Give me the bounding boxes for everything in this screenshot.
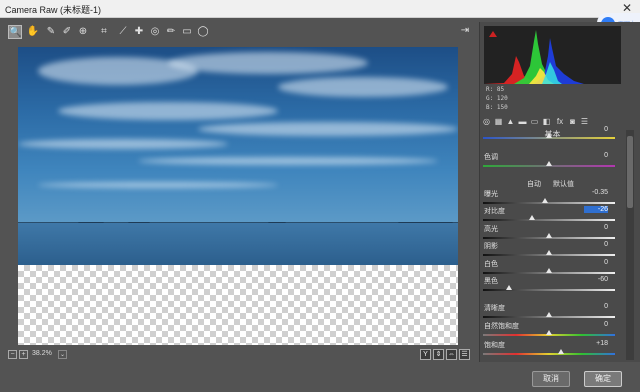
ok-button[interactable]: 确定 [584,371,622,387]
tab-basic-icon[interactable]: ◎ [482,117,491,126]
target-adjust-icon[interactable]: ⊕ [76,25,90,39]
preview-area[interactable] [0,42,478,348]
crop-icon[interactable]: ⌗ [97,25,111,39]
zoom-dropdown[interactable]: ⌄ [58,350,67,359]
slider-thumb[interactable] [506,285,513,290]
slider-value-field[interactable]: -60 [584,276,608,283]
rgb-readout-b: B: 150 [486,104,508,111]
slider-thumb[interactable] [546,133,552,138]
slider-value-field[interactable]: 0 [584,126,608,133]
slider-value-field[interactable]: +18 [584,340,608,347]
adjustment-brush-icon[interactable]: ✏ [164,25,178,39]
slider-value-field[interactable]: 0 [584,224,608,231]
auto-button[interactable]: 自动 [527,179,541,189]
slider-label: 高光 [484,226,498,233]
before-after-toggle[interactable]: Y [420,349,431,360]
color-sampler-icon[interactable]: ✐ [60,25,74,39]
slider-value-field[interactable]: 0 [584,241,608,248]
slider-value-field[interactable]: 0 [584,259,608,266]
title-bar: Camera Raw (未标题-1) ✕ [0,0,640,18]
slider-value-field[interactable]: -0.35 [584,189,608,196]
graduated-filter-icon[interactable]: ▭ [180,25,194,39]
slider-value-field[interactable]: 0 [584,321,608,328]
slider-label: 白色 [484,261,498,268]
zoom-level: 38.2% [32,350,52,357]
tab-effects-icon[interactable]: fx [554,117,566,126]
slider-label: 清晰度 [484,305,505,312]
rgb-readout-g: G: 120 [486,95,508,102]
scrollbar-thumb[interactable] [627,136,633,208]
tool-bar: 🔍 ✋ ✎ ✐ ⊕ ⌗ ⟋ ✚ ◎ ✏ ▭ ◯ [0,22,478,42]
shadow-clipping-icon[interactable] [489,31,497,37]
transparent-area [18,265,458,345]
white-balance-icon[interactable]: ✎ [44,25,58,39]
straighten-icon[interactable]: ⟋ [116,25,130,39]
slider-label: 色调 [484,154,498,161]
toggle-settings-button[interactable]: ☰ [459,349,470,360]
slider-value-field[interactable]: 0 [584,152,608,159]
cancel-button[interactable]: 取消 [532,371,570,387]
sea-region [18,223,458,265]
panel-tabs: ◎ ▦ ▲ ▬ ▭ ◧ fx ◙ ☰ [480,116,640,128]
slider-track[interactable] [483,219,615,221]
slider-track[interactable] [483,202,615,204]
open-preferences-icon[interactable]: ⇥ [458,25,472,39]
spot-removal-icon[interactable]: ✚ [132,25,146,39]
slider-label: 阴影 [484,243,498,250]
swap-view-button[interactable]: ⇕ [433,349,444,360]
default-button[interactable]: 默认值 [553,179,574,189]
hand-icon[interactable]: ✋ [26,25,40,39]
zoom-icon[interactable]: 🔍 [8,25,22,39]
slider-label: 饱和度 [484,342,505,349]
slider-thumb[interactable] [546,250,552,255]
zoom-in-button[interactable]: + [19,350,28,359]
slider-thumb[interactable] [546,161,552,166]
slider-thumb[interactable] [546,312,552,317]
slider-label: 黑色 [484,278,498,285]
radial-filter-icon[interactable]: ◯ [196,25,210,39]
slider-thumb[interactable] [542,198,549,203]
tab-hsl-icon[interactable]: ▬ [518,117,527,126]
tab-tone-curve-icon[interactable]: ▦ [494,117,503,126]
panel-scrollbar[interactable] [626,130,634,360]
zoom-out-button[interactable]: − [8,350,17,359]
slider-label: 对比度 [484,208,505,215]
copy-settings-button[interactable]: ⇔ [446,349,457,360]
histogram [484,26,621,84]
tab-presets-icon[interactable]: ☰ [580,117,589,126]
slider-label: 曝光 [484,191,498,198]
red-eye-icon[interactable]: ◎ [148,25,162,39]
slider-thumb[interactable] [557,349,564,354]
tab-split-toning-icon[interactable]: ▭ [530,117,539,126]
slider-label: 自然饱和度 [484,323,519,330]
photo-preview[interactable] [18,47,458,345]
sky-region [18,47,458,223]
slider-track[interactable] [483,353,615,355]
slider-thumb[interactable] [546,330,552,335]
slider-thumb[interactable] [528,215,535,220]
slider-thumb[interactable] [546,233,552,238]
rgb-readout-r: R: 85 [486,86,505,93]
slider-thumb[interactable] [546,268,552,273]
slider-value-field[interactable]: 0 [584,303,608,310]
status-bar: − + 38.2% ⌄ Y ⇕ ⇔ ☰ [0,348,478,362]
tab-detail-icon[interactable]: ▲ [506,117,515,126]
tab-lens-icon[interactable]: ◧ [542,117,551,126]
tab-camera-calibration-icon[interactable]: ◙ [568,117,577,126]
window-title: Camera Raw (未标题-1) [5,5,102,15]
slider-track[interactable] [483,289,615,291]
slider-value-field[interactable]: -26 [584,206,608,213]
